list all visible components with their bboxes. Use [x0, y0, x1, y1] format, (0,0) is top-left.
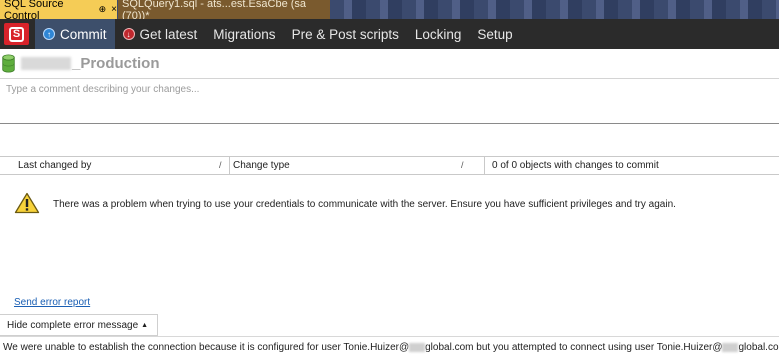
tab-get-latest[interactable]: ↓ Get latest [115, 19, 206, 49]
hide-error-message-button[interactable]: Hide complete error message ▲ [0, 314, 158, 336]
tab-migrations-label: Migrations [213, 26, 276, 42]
commit-icon: ↑ [43, 28, 55, 40]
obscured-tab-area [330, 0, 779, 19]
tab-commit[interactable]: ↑ Commit [35, 19, 115, 49]
tab-pre-post-scripts[interactable]: Pre & Post scripts [284, 19, 407, 49]
redacted-text [409, 342, 426, 352]
tab-commit-label: Commit [60, 26, 107, 42]
tab-get-latest-label: Get latest [139, 26, 198, 42]
tab-migrations[interactable]: Migrations [205, 19, 283, 49]
column-divider[interactable] [229, 157, 230, 174]
objects-count: 0 of 0 objects with changes to commit [492, 160, 659, 171]
tab-pre-post-label: Pre & Post scripts [291, 26, 399, 42]
column-change-type[interactable]: Change type [233, 157, 468, 174]
document-tab-strip: SQL Source Control ⊕ × SQLQuery1.sql - a… [0, 0, 779, 22]
changes-grid-header: Last changed by / Change type / 0 of 0 o… [0, 156, 779, 175]
column-last-changed-by[interactable]: Last changed by [18, 157, 228, 174]
commit-comment-input[interactable] [0, 80, 779, 124]
sort-icon[interactable]: / [461, 160, 464, 170]
tab-locking-label: Locking [414, 26, 462, 42]
column-divider[interactable] [484, 157, 485, 174]
database-header: _Production [0, 49, 779, 79]
redacted-text [722, 342, 739, 352]
tab-sql-source-control[interactable]: SQL Source Control ⊕ × [0, 0, 117, 22]
database-name: _Production [21, 55, 160, 72]
get-latest-icon: ↓ [122, 28, 135, 40]
sort-icon[interactable]: / [219, 160, 222, 170]
collapse-caret-icon: ▲ [141, 321, 149, 329]
error-message: There was a problem when trying to use y… [53, 199, 676, 210]
close-icon[interactable]: × [111, 4, 117, 15]
send-error-report-link[interactable]: Send error report [14, 297, 90, 308]
redgate-logo-icon: S [4, 23, 29, 45]
tab-setup-label: Setup [477, 26, 513, 42]
error-detail-text: We were unable to establish the connecti… [0, 336, 779, 359]
tab-sql-query[interactable]: SQLQuery1.sql - ats...est.EsaCbe (sa (70… [118, 0, 330, 22]
redacted-text [21, 57, 71, 70]
database-icon [2, 54, 15, 73]
tab-locking[interactable]: Locking [407, 19, 470, 49]
warning-icon [14, 192, 40, 214]
tab-setup[interactable]: Setup [469, 19, 520, 49]
source-control-toolbar: S ↑ Commit ↓ Get latest Migrations Pre &… [0, 19, 779, 49]
pin-icon[interactable]: ⊕ [99, 4, 107, 15]
